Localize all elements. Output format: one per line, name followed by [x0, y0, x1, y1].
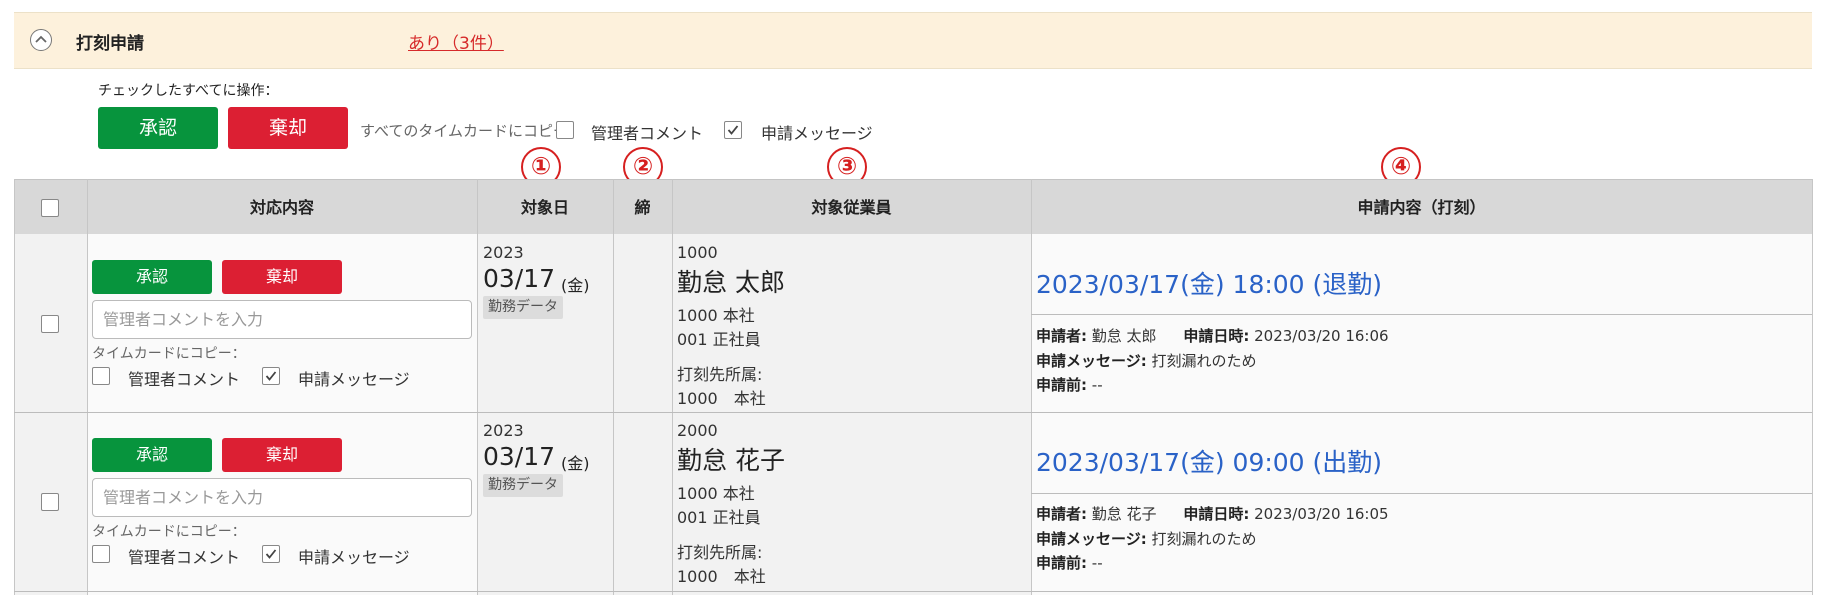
col-request: 申請内容（打刻） [1357, 198, 1486, 217]
applicant-name: 勤怠 太郎 [1091, 327, 1157, 345]
bulk-admin-comment-checkbox[interactable] [556, 121, 574, 139]
bulk-request-message-checkbox[interactable] [724, 121, 742, 139]
bulk-admin-comment-label: 管理者コメント [591, 124, 704, 143]
request-divider [1031, 493, 1812, 494]
approve-button[interactable]: 承認 [92, 438, 212, 472]
employee-dept: 1000 本社 [677, 306, 755, 325]
work-data-tag[interactable]: 勤務データ [483, 296, 563, 319]
select-all-checkbox[interactable] [41, 199, 59, 217]
target-dow: (金) [561, 276, 590, 295]
request-before-line: 申請前: -- [1036, 552, 1103, 573]
col-close: 締 [634, 198, 651, 217]
bulk-approve-button[interactable]: 承認 [98, 107, 218, 149]
message-text: 打刻漏れのため [1151, 530, 1257, 548]
table-header: 対応内容 対象日 締 対象従業員 申請内容（打刻） [14, 179, 1812, 235]
punch-dept: 1000 本社 [677, 389, 766, 408]
message-label: 申請メッセージ: [1036, 530, 1147, 548]
row-admin-comment-checkbox[interactable] [92, 367, 110, 385]
approve-button[interactable]: 承認 [92, 260, 212, 294]
timecard-copy-label: タイムカードにコピー： [92, 524, 246, 540]
row-admin-comment-label: 管理者コメント [128, 548, 241, 567]
admin-comment-input[interactable] [92, 300, 472, 339]
row-request-message-label: 申請メッセージ [298, 370, 410, 389]
before-value: -- [1091, 554, 1103, 572]
request-applicant-line: 申請者: 勤怠 太郎 申請日時: 2023/03/20 16:06 [1036, 325, 1389, 346]
divider [1031, 179, 1032, 595]
applicant-label: 申請者: [1036, 505, 1087, 523]
before-value: -- [1091, 376, 1103, 394]
punch-dept: 1000 本社 [677, 567, 766, 586]
bulk-operation-label: チェックしたすべてに操作： [98, 83, 279, 99]
employee-name: 勤怠 花子 [677, 446, 785, 475]
row-divider [14, 591, 1812, 592]
row-request-message-label: 申請メッセージ [298, 548, 410, 567]
employee-dept: 1000 本社 [677, 484, 755, 503]
bulk-request-message-label: 申請メッセージ [761, 124, 873, 143]
punch-dept-label: 打刻先所属: [677, 543, 763, 562]
divider [14, 179, 15, 595]
employee-name: 勤怠 太郎 [677, 268, 785, 297]
col-date: 対象日 [520, 198, 569, 217]
target-year: 2023 [483, 421, 524, 440]
applicant-name: 勤怠 花子 [1091, 505, 1157, 523]
target-dow: (金) [561, 454, 590, 473]
applied-at-label: 申請日時: [1183, 505, 1250, 523]
divider [477, 179, 478, 595]
row-divider [14, 412, 1812, 413]
reject-button[interactable]: 棄却 [222, 260, 342, 294]
row-checkbox[interactable] [41, 315, 59, 333]
work-data-tag[interactable]: 勤務データ [483, 474, 563, 497]
punch-dept-label: 打刻先所属: [677, 365, 763, 384]
applied-at-label: 申請日時: [1183, 327, 1250, 345]
section-title: 打刻申請 [76, 34, 144, 54]
row-checkbox[interactable] [41, 493, 59, 511]
divider [87, 179, 88, 595]
request-applicant-line: 申請者: 勤怠 花子 申請日時: 2023/03/20 16:05 [1036, 503, 1389, 524]
request-punch-title: 2023/03/17(金) 09:00 (出勤) [1036, 448, 1383, 477]
row-admin-comment-label: 管理者コメント [128, 370, 241, 389]
divider [613, 179, 614, 595]
row-request-message-checkbox[interactable] [262, 545, 280, 563]
row-admin-comment-checkbox[interactable] [92, 545, 110, 563]
applicant-label: 申請者: [1036, 327, 1087, 345]
request-message-line: 申請メッセージ: 打刻漏れのため [1036, 350, 1257, 371]
chevron-up-icon[interactable] [30, 29, 52, 51]
request-divider [1031, 314, 1812, 315]
divider [1812, 179, 1813, 595]
admin-comment-input[interactable] [92, 478, 472, 517]
employee-position: 001 正社員 [677, 508, 761, 527]
bulk-copy-label: すべてのタイムカードにコピー： [360, 122, 584, 140]
col-action: 対応内容 [249, 198, 314, 217]
applied-at: 2023/03/20 16:06 [1254, 327, 1389, 345]
timecard-copy-label: タイムカードにコピー： [92, 346, 246, 362]
request-cell [1031, 234, 1812, 412]
request-before-line: 申請前: -- [1036, 374, 1103, 395]
request-punch-title: 2023/03/17(金) 18:00 (退勤) [1036, 270, 1383, 299]
message-text: 打刻漏れのため [1151, 352, 1257, 370]
row-request-message-checkbox[interactable] [262, 367, 280, 385]
employee-position: 001 正社員 [677, 330, 761, 349]
divider [672, 179, 673, 595]
applied-at: 2023/03/20 16:05 [1254, 505, 1389, 523]
target-date: 03/17 [483, 442, 556, 471]
target-year: 2023 [483, 243, 524, 262]
request-message-line: 申請メッセージ: 打刻漏れのため [1036, 528, 1257, 549]
pending-count-link[interactable]: あり（3件） [408, 29, 504, 54]
checkmark-icon [727, 125, 739, 135]
employee-code: 1000 [677, 243, 718, 262]
bulk-reject-button[interactable]: 棄却 [228, 107, 348, 149]
section-header: 打刻申請 あり（3件） [14, 12, 1812, 69]
employee-code: 2000 [677, 421, 718, 440]
checkmark-icon [265, 371, 277, 381]
col-employee: 対象従業員 [811, 198, 892, 217]
before-label: 申請前: [1036, 376, 1087, 394]
reject-button[interactable]: 棄却 [222, 438, 342, 472]
message-label: 申請メッセージ: [1036, 352, 1147, 370]
checkmark-icon [265, 549, 277, 559]
before-label: 申請前: [1036, 554, 1087, 572]
target-date: 03/17 [483, 264, 556, 293]
